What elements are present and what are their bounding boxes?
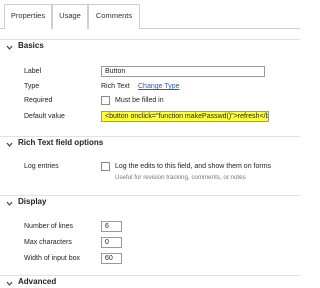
max-characters-label: Max characters xyxy=(24,239,72,246)
label-field-label: Label xyxy=(24,68,42,75)
section-header-advanced[interactable]: Advanced xyxy=(0,275,300,288)
log-entries-checkbox[interactable] xyxy=(101,162,110,171)
log-entries-hint: Useful for revision tracking, comments, … xyxy=(115,174,246,181)
log-entries-label: Log entries xyxy=(24,163,59,170)
tab-usage[interactable]: Usage xyxy=(52,4,88,29)
section-title-rich-text-options: Rich Text field options xyxy=(18,138,104,147)
section-title-display: Display xyxy=(18,197,47,206)
chevron-down-icon xyxy=(6,141,13,148)
default-value-input[interactable]: <button onclick="function makePasswd()">… xyxy=(101,111,269,122)
change-type-link[interactable]: Change Type xyxy=(138,83,180,90)
chevron-down-icon xyxy=(6,44,13,51)
default-value-label: Default value xyxy=(24,113,65,120)
section-title-advanced: Advanced xyxy=(18,277,57,286)
number-of-lines-input[interactable]: 6 xyxy=(101,221,122,232)
type-value: Rich Text xyxy=(101,83,130,90)
section-header-rich-text-options[interactable]: Rich Text field options xyxy=(0,136,300,150)
number-of-lines-label: Number of lines xyxy=(24,223,74,230)
tab-properties[interactable]: Properties xyxy=(4,4,52,29)
chevron-down-icon xyxy=(6,200,13,207)
tab-comments[interactable]: Comments xyxy=(88,4,140,29)
section-header-basics[interactable]: Basics xyxy=(0,39,300,53)
section-header-display[interactable]: Display xyxy=(0,195,300,209)
required-label: Required xyxy=(24,97,53,104)
width-of-input-box-input[interactable]: 60 xyxy=(101,253,122,264)
section-title-basics: Basics xyxy=(18,41,44,50)
required-checkbox-label: Must be filled in xyxy=(115,97,164,104)
label-input[interactable]: Button xyxy=(101,66,265,77)
width-of-input-box-label: Width of input box xyxy=(24,255,81,262)
required-checkbox[interactable] xyxy=(101,96,110,105)
tab-bar: Properties Usage Comments xyxy=(0,0,300,29)
chevron-down-icon xyxy=(6,280,13,287)
max-characters-input[interactable]: 0 xyxy=(101,237,122,248)
log-entries-checkbox-label: Log the edits to this field, and show th… xyxy=(115,163,272,170)
type-label: Type xyxy=(24,83,40,90)
